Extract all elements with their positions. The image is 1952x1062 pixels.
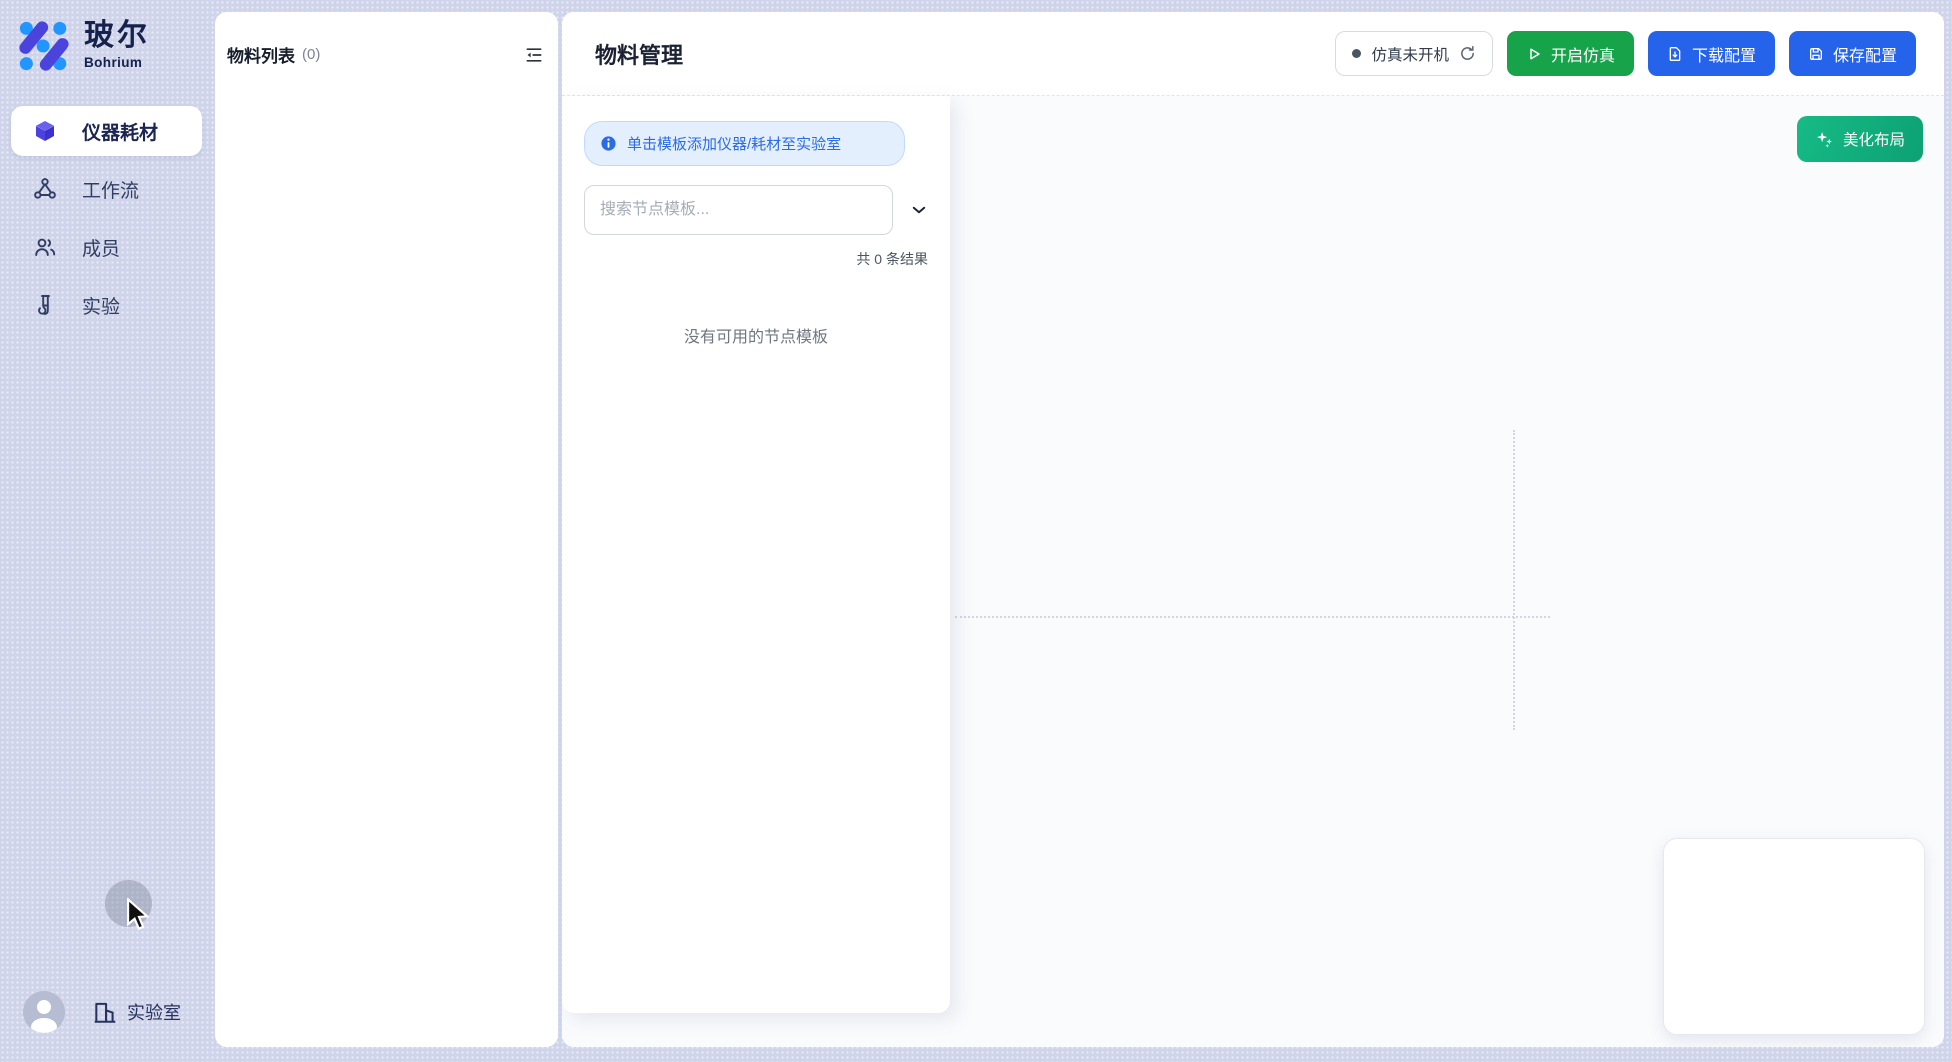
members-icon [33, 235, 57, 259]
flow-canvas[interactable]: 单击模板添加仪器/耗材至实验室 共 0 条结果 没有可用的节点模板 [562, 96, 1944, 1047]
mouse-cursor-icon [123, 898, 153, 932]
info-icon [600, 135, 617, 152]
avatar[interactable] [23, 991, 65, 1033]
start-simulation-button[interactable]: 开启仿真 [1507, 31, 1634, 76]
brand-name: 玻尔 [84, 20, 150, 52]
sidebar-item-label: 工作流 [82, 176, 139, 203]
refresh-icon[interactable] [1459, 45, 1476, 62]
sidebar-item-label: 仪器耗材 [82, 118, 158, 145]
file-download-icon [1667, 46, 1683, 62]
lab-label: 实验室 [127, 999, 181, 1025]
building-icon [92, 999, 118, 1025]
minimap[interactable] [1663, 838, 1925, 1035]
search-input[interactable] [584, 185, 893, 235]
sidebar-item-workflow[interactable]: 工作流 [11, 164, 202, 214]
template-hint-banner: 单击模板添加仪器/耗材至实验室 [584, 121, 905, 166]
materials-panel-header: 物料列表 (0) [215, 12, 558, 67]
save-config-button[interactable]: 保存配置 [1789, 31, 1916, 76]
test-tube-icon [33, 293, 57, 317]
lab-entry[interactable]: 实验室 [92, 999, 181, 1025]
results-count: 共 0 条结果 [584, 249, 928, 269]
beautify-layout-button[interactable]: 美化布局 [1797, 116, 1923, 162]
sidebar-item-label: 成员 [82, 234, 120, 261]
chevron-down-icon[interactable] [910, 201, 928, 219]
sidebar-item-experiments[interactable]: 实验 [11, 280, 202, 330]
sidebar-item-members[interactable]: 成员 [11, 222, 202, 272]
materials-panel: 物料列表 (0) [215, 12, 558, 1047]
sim-status-label: 仿真未开机 [1371, 43, 1449, 65]
workflow-icon [33, 177, 57, 201]
brand-subtitle: Bohrium [84, 55, 150, 70]
template-hint-text: 单击模板添加仪器/耗材至实验室 [627, 133, 841, 154]
page-title: 物料管理 [595, 38, 683, 70]
sparkles-icon [1815, 130, 1834, 149]
sim-status-pill: 仿真未开机 [1335, 31, 1493, 76]
sidebar-item-label: 实验 [82, 292, 120, 319]
sidebar-item-instruments[interactable]: 仪器耗材 [11, 106, 202, 156]
empty-templates-message: 没有可用的节点模板 [584, 323, 928, 347]
header-controls: 仿真未开机 开启仿真 [1335, 31, 1916, 76]
alignment-guide-horizontal [955, 616, 1550, 618]
menu-fold-icon[interactable] [522, 43, 546, 67]
save-icon [1808, 46, 1824, 62]
cube-icon [33, 119, 57, 143]
materials-count: (0) [302, 46, 320, 63]
download-config-button[interactable]: 下载配置 [1648, 31, 1775, 76]
brand-logo-block: 玻尔 Bohrium [18, 20, 150, 72]
main-area: 物料管理 仿真未开机 开启仿真 [562, 12, 1944, 1047]
sidebar-footer: 实验室 [23, 991, 181, 1033]
template-panel: 单击模板添加仪器/耗材至实验室 共 0 条结果 没有可用的节点模板 [562, 96, 950, 1013]
alignment-guide-vertical [1513, 430, 1515, 730]
play-icon [1526, 46, 1542, 62]
sidebar: 玻尔 Bohrium 仪器耗材 [0, 0, 215, 1062]
sidebar-nav: 仪器耗材 工作流 成员 [11, 106, 202, 330]
main-header: 物料管理 仿真未开机 开启仿真 [562, 12, 1944, 96]
materials-panel-title: 物料列表 [227, 42, 295, 67]
status-dot-icon [1352, 49, 1361, 58]
bohrium-logo-icon [18, 20, 70, 72]
